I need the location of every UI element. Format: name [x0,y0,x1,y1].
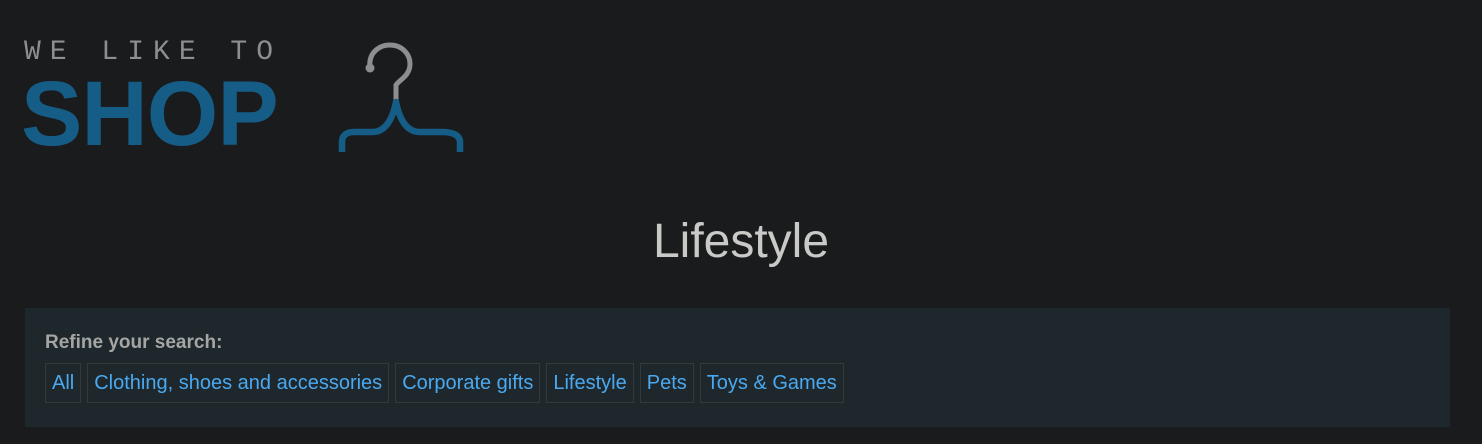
refine-label: Refine your search: [45,332,223,353]
filter-corporate-gifts[interactable]: Corporate gifts [395,363,541,403]
filter-toys-games[interactable]: Toys & Games [699,363,844,403]
filter-all[interactable]: All [45,363,82,403]
page-title: Lifestyle [652,215,830,268]
logo-wordmark: SHOP [21,63,279,165]
filter-clothing-shoes-accessories[interactable]: Clothing, shoes and accessories [87,363,390,403]
filter-lifestyle[interactable]: Lifestyle [546,363,634,403]
site-logo[interactable]: WE LIKE TO SHOP [21,38,474,164]
filter-list: All Clothing, shoes and accessories Corp… [45,363,844,403]
hanger-icon [338,42,464,152]
refine-panel: Refine your search: All Clothing, shoes … [25,308,1450,427]
filter-pets[interactable]: Pets [639,363,694,403]
page: WE LIKE TO SHOP Lifestyle Refine your se… [0,0,1482,444]
